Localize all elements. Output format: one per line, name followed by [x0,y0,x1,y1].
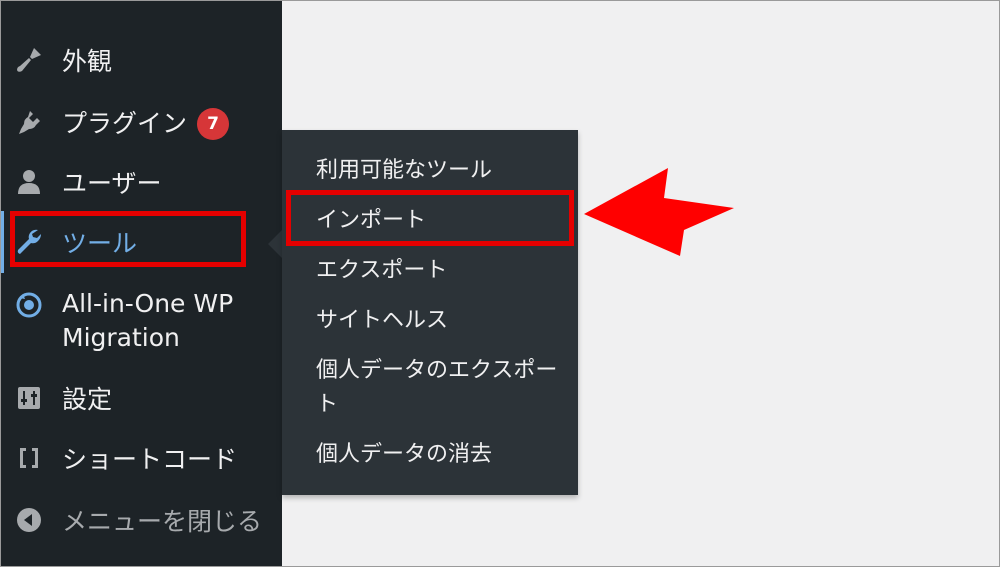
tools-submenu: 利用可能なツール インポート エクスポート サイトヘルス 個人データのエクスポー… [282,130,578,495]
annotation-arrow-icon [584,168,734,256]
sidebar-item-label: 設定 [62,385,113,414]
paintbrush-icon [14,45,44,75]
sidebar-item-label: 外観 [62,47,113,76]
sidebar-item-label: ユーザー [62,169,162,198]
sidebar-item-label: プラグイン [62,108,188,138]
sidebar-item-label: ショートコード [62,445,238,474]
annotation-highlight-tools [10,211,246,267]
sidebar-item-all-in-one-wp-migration[interactable]: All-in-One WP Migration [0,286,282,356]
sidebar-item-settings[interactable]: 設定 [0,368,282,428]
user-icon [14,167,44,197]
submenu-item-export-personal-data[interactable]: 個人データのエクスポート [316,354,566,422]
submenu-item-site-health[interactable]: サイトヘルス [316,304,566,338]
submenu-item-erase-personal-data[interactable]: 個人データの消去 [316,438,566,472]
submenu-item-available-tools[interactable]: 利用可能なツール [316,154,566,188]
sidebar-item-users[interactable]: ユーザー [0,152,282,212]
sidebar-item-shortcode[interactable]: ショートコード [0,428,282,488]
sidebar-item-label: メニューを閉じる [62,507,263,536]
collapse-menu-button[interactable]: メニューを閉じる [0,490,282,550]
sidebar-item-label: All-in-One WP Migration [62,289,234,352]
plug-icon [14,107,44,137]
sidebar-item-plugins[interactable]: プラグイン 7 [0,92,282,152]
brackets-icon [14,443,44,473]
submenu-pointer [268,230,282,258]
collapse-arrow-icon [14,505,44,535]
migration-icon [14,290,44,320]
annotation-highlight-import [286,190,574,246]
sidebar-item-appearance[interactable]: 外観 [0,30,282,90]
update-count-badge: 7 [197,107,230,140]
submenu-item-export[interactable]: エクスポート [316,254,566,288]
admin-sidebar: 外観 プラグイン 7 ユーザー ツール All-in-One WP Migrati… [0,0,282,567]
settings-sliders-icon [14,383,44,413]
